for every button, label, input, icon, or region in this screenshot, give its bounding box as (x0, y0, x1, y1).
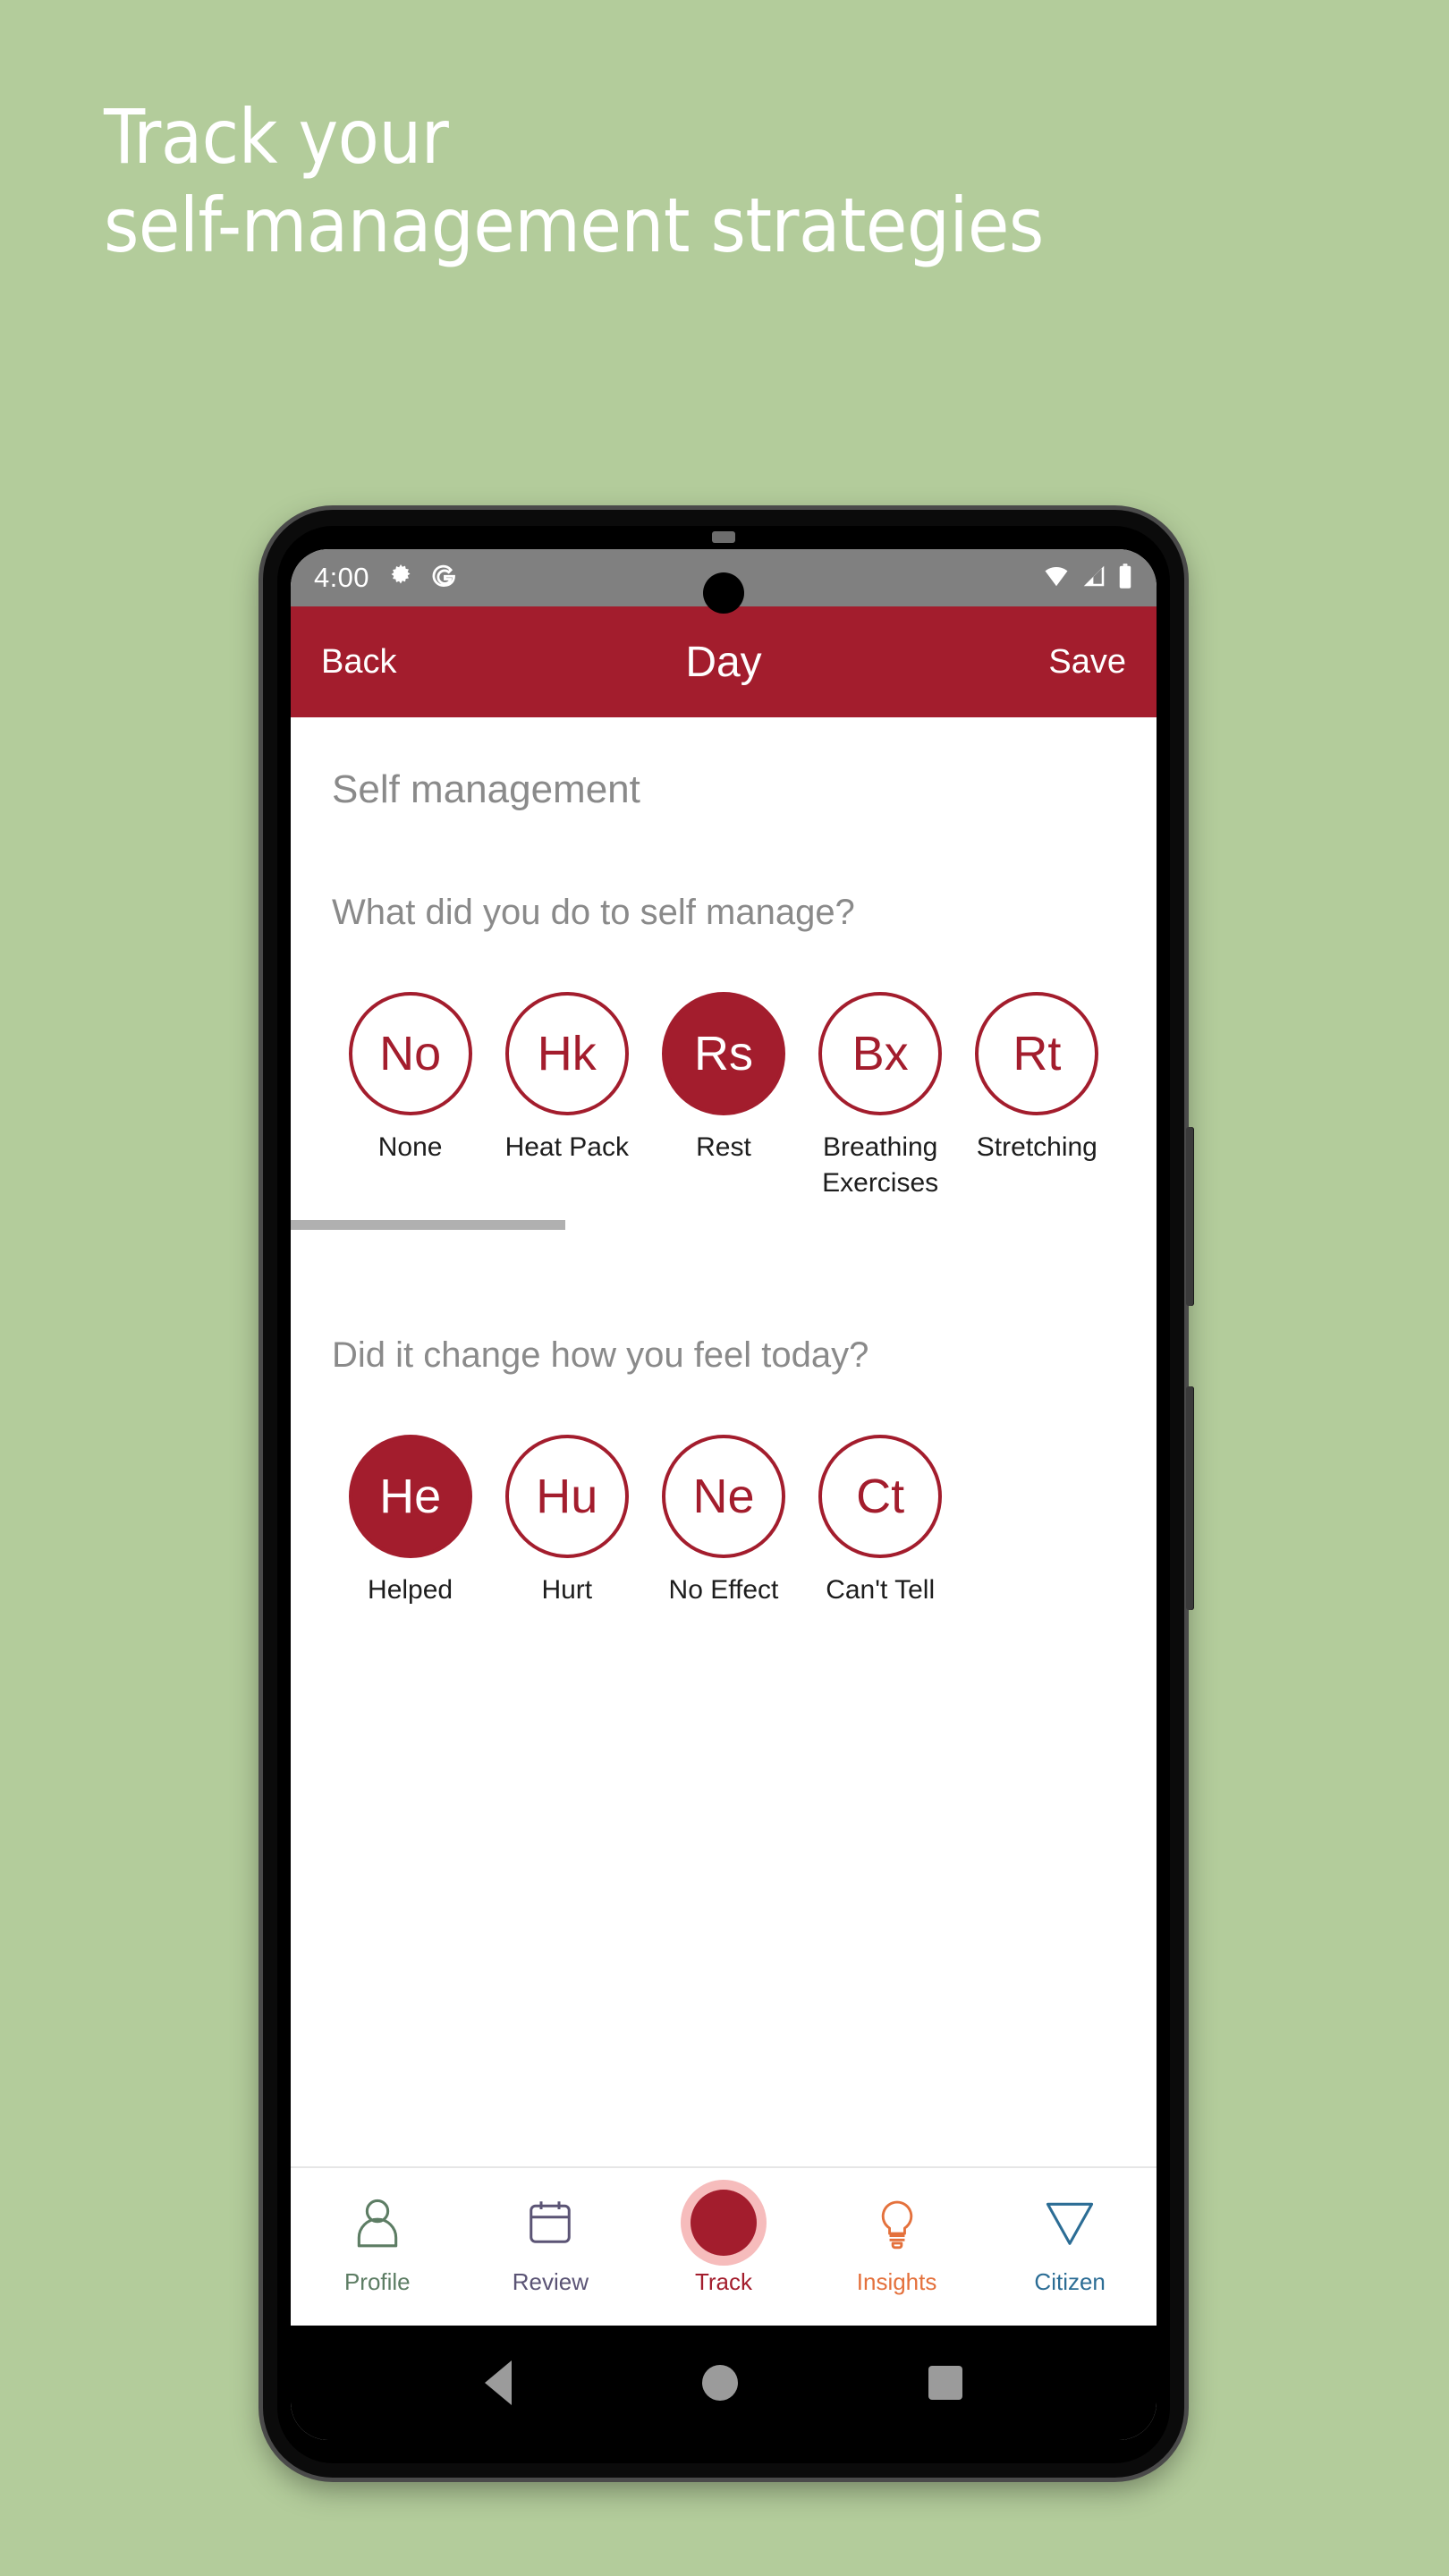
bottom-navigation-bar: Profile Review Track Insights Citizen (291, 2166, 1157, 2326)
option-abbr-circle[interactable]: Bx (818, 992, 943, 1115)
option-abbr-circle[interactable]: Rt (975, 992, 1099, 1115)
option-hurt[interactable]: Hu Hurt (488, 1435, 645, 1608)
calendar-icon (514, 2188, 586, 2258)
nav-label: Insights (856, 2268, 937, 2295)
back-button[interactable]: Back (321, 643, 491, 682)
status-clock: 4:00 (314, 562, 369, 593)
wifi-icon (1042, 563, 1071, 594)
nav-label: Citizen (1034, 2268, 1106, 2295)
nav-item-profile[interactable]: Profile (291, 2188, 464, 2296)
phone-body: 4:00 Back Day Save Self management What … (277, 526, 1170, 2463)
option-label: Breathing Exercises (822, 1132, 939, 1198)
status-bar: 4:00 (291, 549, 1157, 614)
cellular-signal-icon (1080, 563, 1107, 594)
option-breathing-exercises[interactable]: Bx Breathing Exercises (802, 992, 959, 1200)
nav-item-track[interactable]: Track (637, 2188, 810, 2296)
scrollbar-thumb[interactable] (291, 1220, 565, 1231)
main-content: Self management What did you do to self … (291, 717, 1157, 2166)
nav-label: Track (694, 2268, 752, 2295)
question-self-manage: What did you do to self manage? (332, 893, 855, 932)
power-button[interactable] (1186, 1127, 1194, 1306)
back-triangle-icon[interactable] (484, 2360, 512, 2405)
promo-headline: Track your self-management strategies (104, 93, 1374, 270)
option-abbr-circle[interactable]: No (348, 992, 472, 1115)
option-label: Heat Pack (504, 1132, 629, 1162)
save-button[interactable]: Save (956, 643, 1126, 682)
status-bar-left: 4:00 (314, 562, 457, 594)
triangle-down-icon (1034, 2188, 1106, 2258)
recents-square-icon[interactable] (928, 2366, 963, 2400)
android-system-nav (291, 2326, 1157, 2440)
volume-button[interactable] (1186, 1386, 1194, 1610)
nav-label: Review (512, 2268, 589, 2295)
status-bar-right (1042, 563, 1133, 594)
phone-mockup: 4:00 Back Day Save Self management What … (263, 510, 1194, 2478)
option-abbr-circle[interactable]: Ct (818, 1435, 943, 1559)
option-label: Can't Tell (826, 1575, 936, 1606)
option-no-effect[interactable]: Ne No Effect (645, 1435, 801, 1608)
option-label: None (377, 1132, 443, 1162)
lightbulb-icon (861, 2188, 933, 2258)
question-feeling-change: Did it change how you feel today? (332, 1335, 869, 1376)
nav-item-citizen[interactable]: Citizen (983, 2188, 1157, 2296)
promo-headline-line-2: self-management strategies (104, 182, 1044, 270)
horizontal-scrollbar[interactable] (291, 1220, 1074, 1231)
nav-label: Profile (343, 2268, 411, 2295)
front-camera-punch-hole (703, 572, 744, 614)
person-icon (342, 2188, 413, 2258)
option-label: Hurt (541, 1575, 593, 1606)
option-rest[interactable]: Rs Rest (645, 992, 801, 1165)
option-abbr-circle[interactable]: Ne (661, 1435, 785, 1559)
phone-screen: 4:00 Back Day Save Self management What … (291, 549, 1157, 2440)
option-none[interactable]: No None (332, 992, 488, 1165)
option-cant-tell[interactable]: Ct Can't Tell (802, 1435, 959, 1608)
circle-icon (688, 2188, 759, 2258)
promo-headline-line-1: Track your (104, 93, 449, 181)
gear-icon (387, 563, 414, 594)
page-title: Day (685, 638, 762, 686)
option-label: Rest (696, 1132, 751, 1162)
earpiece-speaker (712, 531, 735, 543)
feeling-option-row: He Helped Hu Hurt Ne No Effect Ct Can't … (332, 1435, 1115, 1608)
option-label: Stretching (976, 1132, 1097, 1162)
option-helped[interactable]: He Helped (332, 1435, 488, 1608)
option-abbr-circle[interactable]: Hu (504, 1435, 629, 1559)
nav-item-insights[interactable]: Insights (810, 2188, 984, 2296)
self-manage-option-row: No None Hk Heat Pack Rs Rest Bx Breathin… (332, 992, 1115, 1200)
option-abbr-circle[interactable]: He (348, 1435, 472, 1559)
nav-item-review[interactable]: Review (464, 2188, 638, 2296)
app-bar: Back Day Save (291, 606, 1157, 717)
option-abbr-circle[interactable]: Rs (661, 992, 785, 1115)
home-circle-icon[interactable] (701, 2365, 738, 2401)
google-g-icon (432, 563, 457, 594)
option-label: No Effect (668, 1575, 779, 1606)
section-title: Self management (332, 767, 640, 811)
battery-icon (1117, 563, 1133, 594)
option-label: Helped (368, 1575, 453, 1606)
option-stretching[interactable]: Rt Stretching (959, 992, 1115, 1165)
option-heat-pack[interactable]: Hk Heat Pack (488, 992, 645, 1165)
option-abbr-circle[interactable]: Hk (504, 992, 629, 1115)
